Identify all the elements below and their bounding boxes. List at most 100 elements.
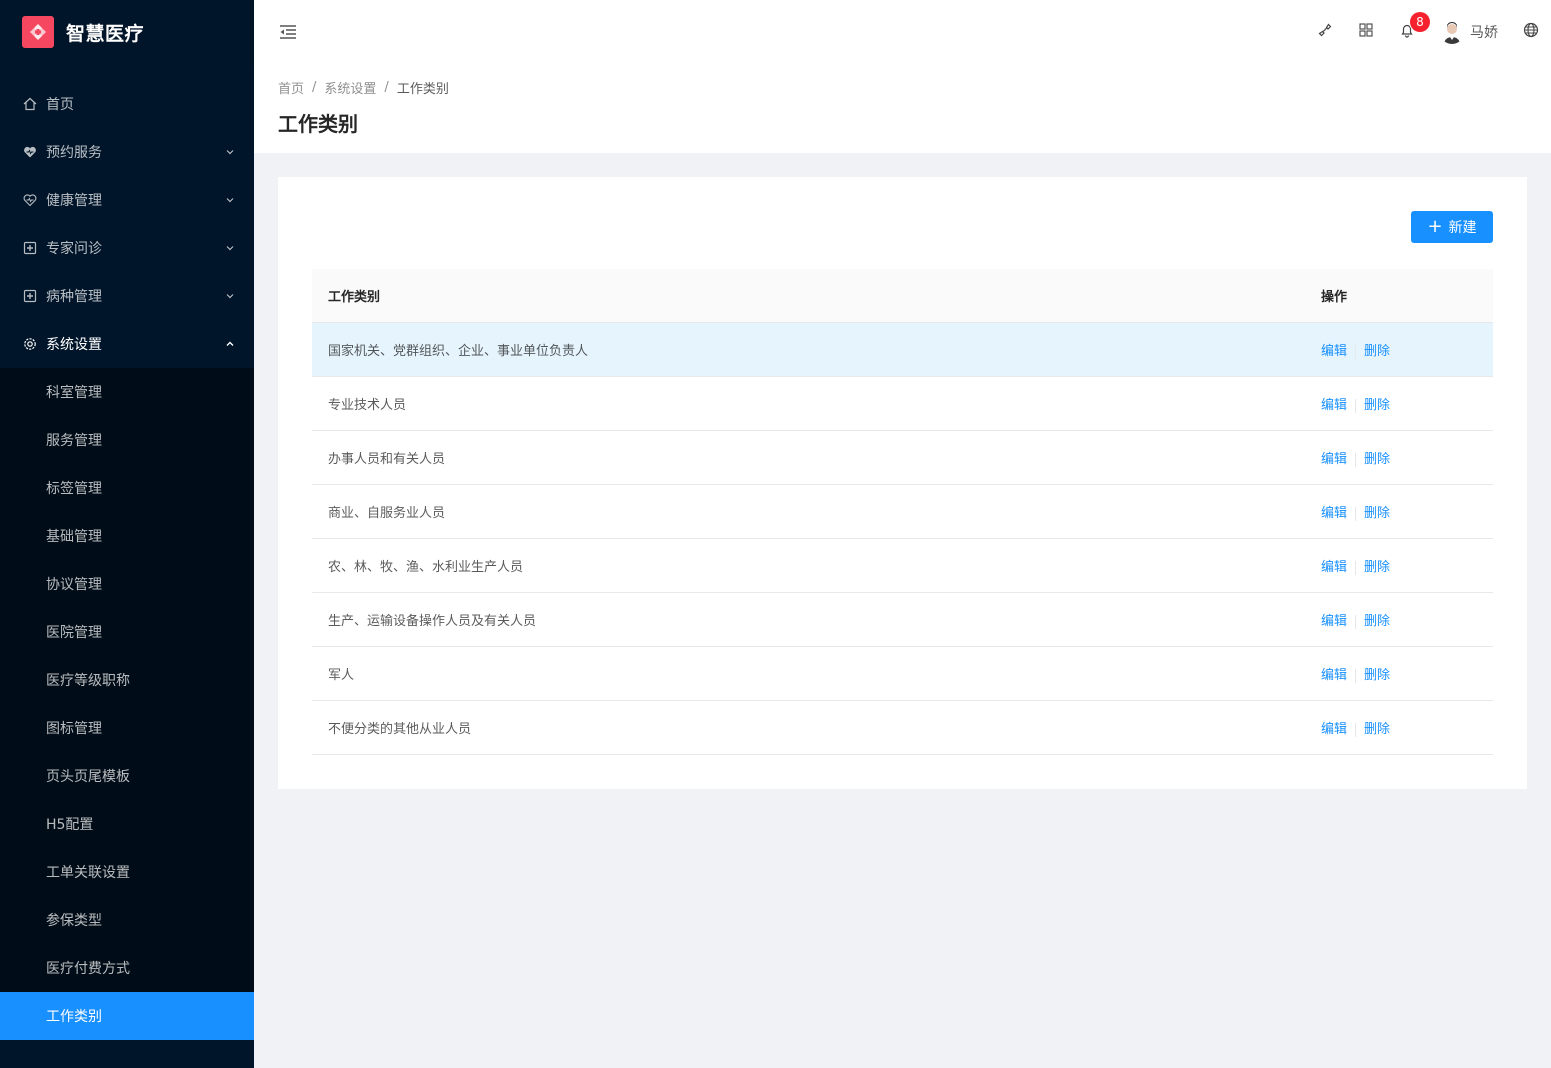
sidebar-item-ticket-links[interactable]: 工单关联设置	[0, 848, 254, 896]
category-name: 不便分类的其他从业人员	[328, 722, 472, 737]
top-header: 8 马娇	[254, 0, 1551, 64]
delete-link[interactable]: 删除	[1364, 398, 1390, 413]
table-row[interactable]: 不便分类的其他从业人员 编辑 删除	[312, 701, 1493, 755]
notification-button[interactable]: 8	[1386, 0, 1430, 64]
sidebar-item-consultation[interactable]: 专家问诊	[0, 224, 254, 272]
sidebar-item-settings[interactable]: 系统设置	[0, 320, 254, 368]
globe-icon	[1523, 22, 1539, 42]
plus-icon: +	[1427, 216, 1443, 237]
delete-link[interactable]: 删除	[1364, 344, 1390, 359]
menu-fold-icon[interactable]	[278, 22, 298, 42]
table-row[interactable]: 军人 编辑 删除	[312, 647, 1493, 701]
phone-button[interactable]	[1304, 0, 1346, 64]
sidebar-item-agreements[interactable]: 协议管理	[0, 560, 254, 608]
sidebar-item-tags[interactable]: 标签管理	[0, 464, 254, 512]
edit-link[interactable]: 编辑	[1321, 452, 1347, 467]
sidebar-item-label: 标签管理	[46, 481, 102, 497]
chevron-down-icon	[224, 146, 236, 158]
medical-box-icon	[22, 240, 38, 256]
sidebar-item-hospitals[interactable]: 医院管理	[0, 608, 254, 656]
column-header-actions: 操作	[1321, 290, 1348, 305]
app-logo[interactable]: 智慧医疗	[0, 0, 254, 64]
sidebar-item-label: 专家问诊	[46, 241, 102, 257]
action-divider	[1355, 506, 1357, 521]
table-row[interactable]: 农、林、牧、渔、水利业生产人员 编辑 删除	[312, 539, 1493, 593]
action-divider	[1355, 344, 1357, 359]
sidebar-item-label: 医疗等级职称	[46, 673, 130, 689]
sidebar-item-label: 健康管理	[46, 193, 102, 209]
row-actions: 编辑 删除	[1321, 718, 1493, 737]
sidebar-item-label: 医疗付费方式	[46, 961, 130, 977]
sidebar-item-appointment[interactable]: 预约服务	[0, 128, 254, 176]
table-row[interactable]: 办事人员和有关人员 编辑 删除	[312, 431, 1493, 485]
category-name: 商业、自服务业人员	[328, 506, 446, 521]
edit-link[interactable]: 编辑	[1321, 722, 1347, 737]
chevron-down-icon	[224, 194, 236, 206]
edit-link[interactable]: 编辑	[1321, 668, 1347, 683]
edit-link[interactable]: 编辑	[1321, 560, 1347, 575]
sidebar-item-disease[interactable]: 病种管理	[0, 272, 254, 320]
sidebar-item-home[interactable]: 首页	[0, 80, 254, 128]
app-title: 智慧医疗	[66, 22, 145, 45]
language-button[interactable]	[1510, 0, 1551, 64]
sidebar-item-label: 科室管理	[46, 385, 102, 401]
delete-link[interactable]: 删除	[1364, 506, 1390, 521]
chevron-up-icon	[224, 338, 236, 350]
sidebar-item-h5-config[interactable]: H5配置	[0, 800, 254, 848]
delete-link[interactable]: 删除	[1364, 668, 1390, 683]
breadcrumb-settings[interactable]: 系统设置	[324, 78, 376, 97]
table-row[interactable]: 生产、运输设备操作人员及有关人员 编辑 删除	[312, 593, 1493, 647]
edit-link[interactable]: 编辑	[1321, 614, 1347, 629]
row-actions: 编辑 删除	[1321, 610, 1493, 629]
sidebar-item-label: 图标管理	[46, 721, 102, 737]
sidebar-item-health[interactable]: 健康管理	[0, 176, 254, 224]
sidebar-item-services[interactable]: 服务管理	[0, 416, 254, 464]
table-row[interactable]: 商业、自服务业人员 编辑 删除	[312, 485, 1493, 539]
delete-link[interactable]: 删除	[1364, 722, 1390, 737]
table-row[interactable]: 专业技术人员 编辑 删除	[312, 377, 1493, 431]
edit-link[interactable]: 编辑	[1321, 344, 1347, 359]
heart-pulse-icon	[22, 192, 38, 208]
sidebar-item-label: 参保类型	[46, 913, 102, 929]
row-actions: 编辑 删除	[1321, 664, 1493, 683]
breadcrumb-separator: /	[312, 79, 317, 95]
table-header: 工作类别 操作	[312, 269, 1493, 323]
column-header-category: 工作类别	[328, 290, 381, 305]
sidebar-item-work-categories[interactable]: 工作类别	[0, 992, 254, 1040]
breadcrumb-separator: /	[384, 79, 389, 95]
new-button[interactable]: + 新建	[1411, 211, 1493, 243]
category-name: 国家机关、党群组织、企业、事业单位负责人	[328, 344, 589, 359]
hospital-logo-icon	[22, 16, 54, 48]
settings-submenu: 科室管理 服务管理 标签管理 基础管理 协议管理 医院管理 医疗等级职称 图标管…	[0, 368, 254, 1040]
delete-link[interactable]: 删除	[1364, 560, 1390, 575]
content-card: + 新建 工作类别 操作 国家机关、党群组织、企业、事业单位负责人 编辑 删除 专…	[278, 177, 1527, 789]
breadcrumb-home[interactable]: 首页	[278, 78, 304, 97]
sidebar-item-insurance-types[interactable]: 参保类型	[0, 896, 254, 944]
sidebar-item-label: 预约服务	[46, 145, 102, 161]
header-actions: 8 马娇	[1304, 0, 1551, 64]
sidebar-item-medical-titles[interactable]: 医疗等级职称	[0, 656, 254, 704]
action-divider	[1355, 668, 1357, 683]
breadcrumb: 首页 / 系统设置 / 工作类别	[278, 78, 1527, 97]
sidebar-item-departments[interactable]: 科室管理	[0, 368, 254, 416]
table-row[interactable]: 国家机关、党群组织、企业、事业单位负责人 编辑 删除	[312, 323, 1493, 377]
apps-button[interactable]	[1346, 0, 1386, 64]
user-menu[interactable]: 马娇	[1428, 0, 1510, 64]
sidebar-item-payment-methods[interactable]: 医疗付费方式	[0, 944, 254, 992]
breadcrumb-current: 工作类别	[396, 81, 449, 97]
category-name: 军人	[328, 668, 355, 683]
work-category-table: 工作类别 操作 国家机关、党群组织、企业、事业单位负责人 编辑 删除 专业技术人员…	[312, 269, 1493, 755]
action-divider	[1355, 560, 1357, 575]
edit-link[interactable]: 编辑	[1321, 506, 1347, 521]
sidebar-item-label: 基础管理	[46, 529, 102, 545]
sidebar-item-icons[interactable]: 图标管理	[0, 704, 254, 752]
sidebar-item-basics[interactable]: 基础管理	[0, 512, 254, 560]
sidebar-item-label: 页头页尾模板	[46, 769, 130, 785]
chevron-down-icon	[224, 290, 236, 302]
sidebar-item-header-footer[interactable]: 页头页尾模板	[0, 752, 254, 800]
delete-link[interactable]: 删除	[1364, 452, 1390, 467]
delete-link[interactable]: 删除	[1364, 614, 1390, 629]
sidebar-item-label: 工作类别	[46, 1009, 102, 1025]
sidebar-item-label: 病种管理	[46, 289, 102, 305]
edit-link[interactable]: 编辑	[1321, 398, 1347, 413]
